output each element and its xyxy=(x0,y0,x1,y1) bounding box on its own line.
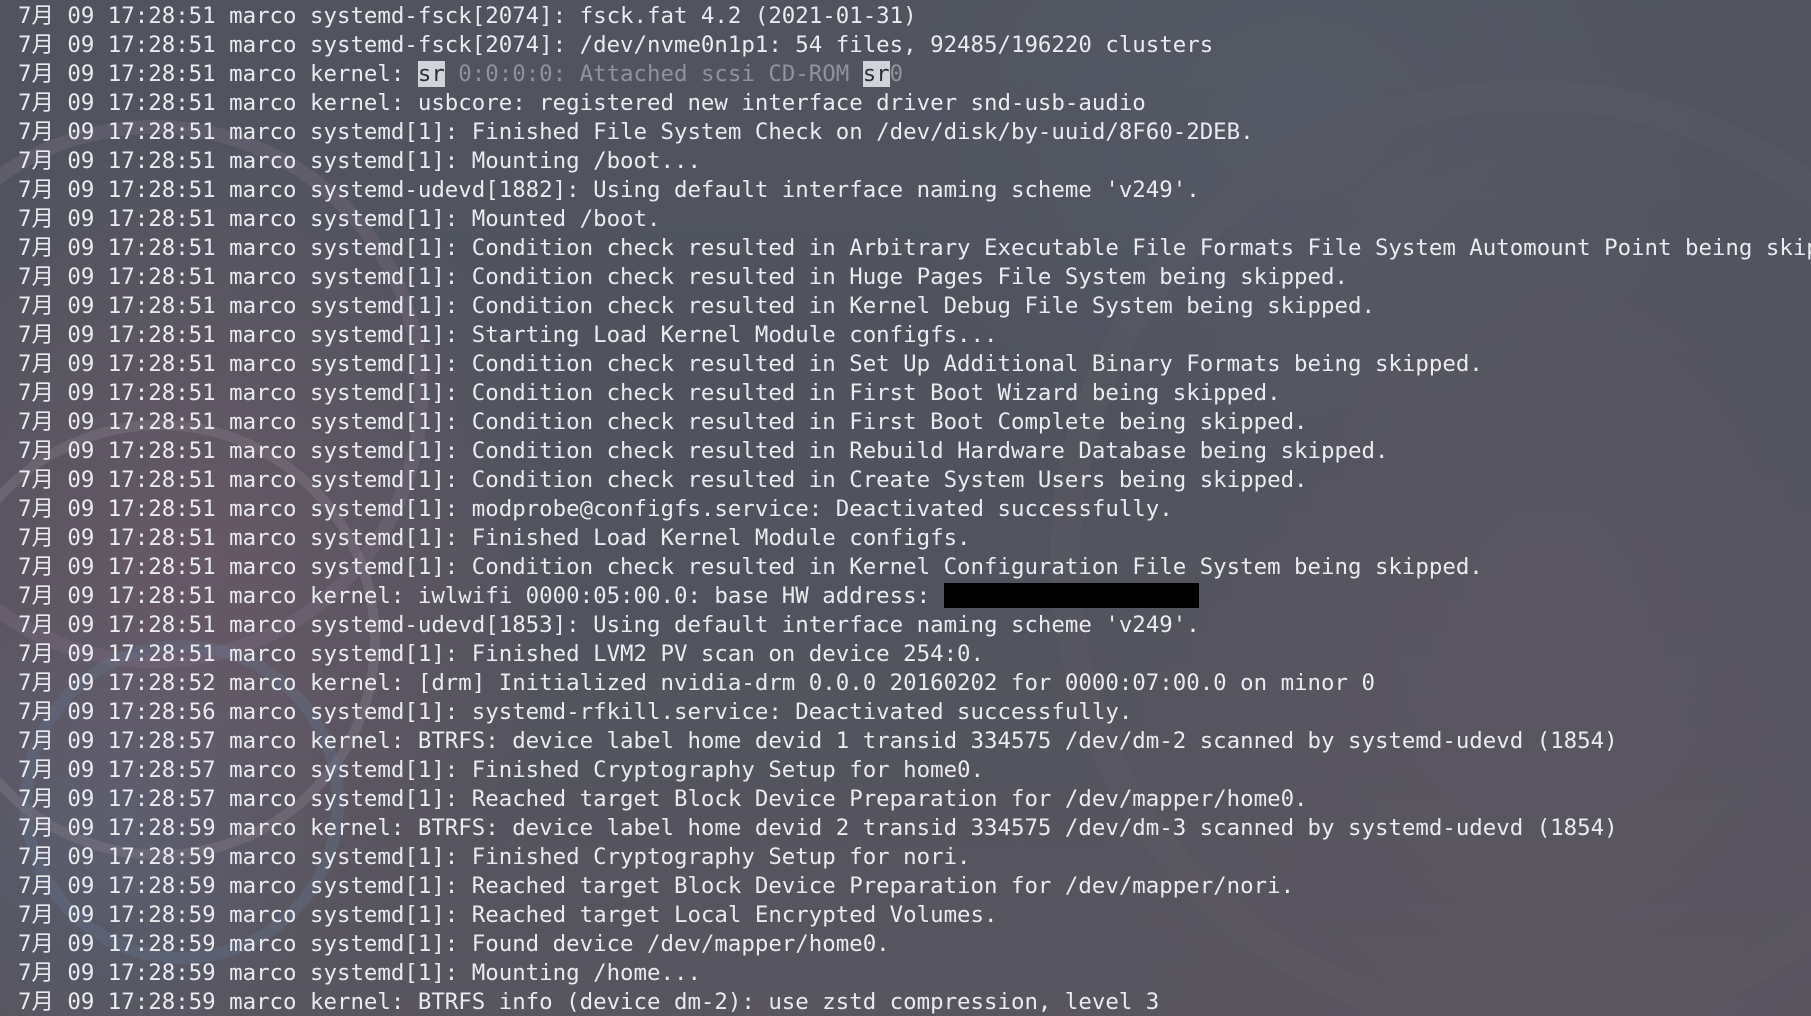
log-text: 7月 09 17:28:51 marco systemd[1]: Mountin… xyxy=(18,148,701,174)
terminal-window[interactable]: 7月 09 17:28:51 marco systemd-fsck[2074]:… xyxy=(0,0,1811,1016)
highlighted-text: sr xyxy=(862,61,890,87)
log-text: 7月 09 17:28:57 marco systemd[1]: Finishe… xyxy=(18,757,985,783)
log-line: 7月 09 17:28:51 marco kernel: usbcore: re… xyxy=(18,89,1811,118)
log-line: 7月 09 17:28:51 marco systemd[1]: Conditi… xyxy=(18,553,1811,582)
log-line: 7月 09 17:28:51 marco systemd[1]: Conditi… xyxy=(18,437,1811,466)
log-text: 7月 09 17:28:51 marco kernel: xyxy=(18,61,418,87)
log-text: 7月 09 17:28:59 marco kernel: BTRFS info … xyxy=(18,989,1160,1015)
log-text: 7月 09 17:28:51 marco systemd[1]: Finishe… xyxy=(18,119,1254,145)
log-text: 7月 09 17:28:51 marco systemd[1]: Mounted… xyxy=(18,206,661,232)
log-line: 7月 09 17:28:51 marco systemd[1]: Conditi… xyxy=(18,292,1811,321)
log-line: 7月 09 17:28:57 marco systemd[1]: Reached… xyxy=(18,785,1811,814)
redacted-block xyxy=(943,583,1199,608)
log-line: 7月 09 17:28:57 marco systemd[1]: Finishe… xyxy=(18,756,1811,785)
log-text: 7月 09 17:28:56 marco systemd[1]: systemd… xyxy=(18,699,1133,725)
log-line: 7月 09 17:28:51 marco kernel: sr 0:0:0:0:… xyxy=(18,60,1811,89)
log-text: 0 xyxy=(889,61,904,87)
log-line: 7月 09 17:28:51 marco systemd[1]: Conditi… xyxy=(18,408,1811,437)
log-line: 7月 09 17:28:51 marco systemd[1]: Finishe… xyxy=(18,524,1811,553)
log-text: 7月 09 17:28:51 marco systemd[1]: Conditi… xyxy=(18,438,1389,464)
log-line: 7月 09 17:28:51 marco systemd-fsck[2074]:… xyxy=(18,31,1811,60)
log-text: 7月 09 17:28:51 marco kernel: usbcore: re… xyxy=(18,90,1146,116)
log-line: 7月 09 17:28:51 marco systemd[1]: Conditi… xyxy=(18,379,1811,408)
log-text: 7月 09 17:28:51 marco systemd[1]: Conditi… xyxy=(18,264,1348,290)
log-text: 7月 09 17:28:51 marco systemd-fsck[2074]:… xyxy=(18,32,1214,58)
log-line: 7月 09 17:28:51 marco systemd[1]: Startin… xyxy=(18,321,1811,350)
log-text: 7月 09 17:28:51 marco systemd[1]: Conditi… xyxy=(18,380,1281,406)
log-line: 7月 09 17:28:56 marco systemd[1]: systemd… xyxy=(18,698,1811,727)
log-text: 7月 09 17:28:52 marco kernel: [drm] Initi… xyxy=(18,670,1375,696)
highlighted-text: sr xyxy=(417,61,445,87)
log-text: 7月 09 17:28:59 marco systemd[1]: Reached… xyxy=(18,873,1295,899)
log-text: 7月 09 17:28:51 marco kernel: iwlwifi 000… xyxy=(18,583,944,609)
log-line: 7月 09 17:28:59 marco kernel: BTRFS: devi… xyxy=(18,814,1811,843)
log-text: 7月 09 17:28:59 marco systemd[1]: Finishe… xyxy=(18,844,971,870)
log-text: 7月 09 17:28:57 marco kernel: BTRFS: devi… xyxy=(18,728,1618,754)
log-line: 7月 09 17:28:51 marco systemd-fsck[2074]:… xyxy=(18,2,1811,31)
log-text: 7月 09 17:28:51 marco systemd[1]: Finishe… xyxy=(18,525,971,551)
log-text: 7月 09 17:28:51 marco systemd[1]: modprob… xyxy=(18,496,1173,522)
log-line: 7月 09 17:28:51 marco kernel: iwlwifi 000… xyxy=(18,582,1811,611)
journal-log: 7月 09 17:28:51 marco systemd-fsck[2074]:… xyxy=(18,2,1811,1016)
log-line: 7月 09 17:28:51 marco systemd[1]: modprob… xyxy=(18,495,1811,524)
log-line: 7月 09 17:28:59 marco systemd[1]: Found d… xyxy=(18,930,1811,959)
log-text: 7月 09 17:28:59 marco systemd[1]: Mountin… xyxy=(18,960,701,986)
log-line: 7月 09 17:28:59 marco kernel: BTRFS info … xyxy=(18,988,1811,1016)
log-text: 7月 09 17:28:51 marco systemd[1]: Conditi… xyxy=(18,351,1483,377)
log-text: 7月 09 17:28:51 marco systemd[1]: Conditi… xyxy=(18,235,1811,261)
log-line: 7月 09 17:28:59 marco systemd[1]: Reached… xyxy=(18,872,1811,901)
log-text: 0:0:0:0: Attached scsi CD-ROM xyxy=(444,61,863,87)
log-line: 7月 09 17:28:51 marco systemd[1]: Finishe… xyxy=(18,640,1811,669)
log-text: 7月 09 17:28:51 marco systemd[1]: Startin… xyxy=(18,322,998,348)
log-line: 7月 09 17:28:59 marco systemd[1]: Reached… xyxy=(18,901,1811,930)
log-text: 7月 09 17:28:51 marco systemd[1]: Conditi… xyxy=(18,293,1375,319)
log-line: 7月 09 17:28:59 marco systemd[1]: Mountin… xyxy=(18,959,1811,988)
log-text: 7月 09 17:28:51 marco systemd[1]: Finishe… xyxy=(18,641,985,667)
log-text: 7月 09 17:28:51 marco systemd-udevd[1853]… xyxy=(18,612,1200,638)
log-text: 7月 09 17:28:51 marco systemd-fsck[2074]:… xyxy=(18,3,917,29)
log-line: 7月 09 17:28:52 marco kernel: [drm] Initi… xyxy=(18,669,1811,698)
log-line: 7月 09 17:28:59 marco systemd[1]: Finishe… xyxy=(18,843,1811,872)
log-line: 7月 09 17:28:51 marco systemd[1]: Mountin… xyxy=(18,147,1811,176)
log-text: 7月 09 17:28:59 marco kernel: BTRFS: devi… xyxy=(18,815,1618,841)
log-line: 7月 09 17:28:51 marco systemd[1]: Finishe… xyxy=(18,118,1811,147)
log-line: 7月 09 17:28:51 marco systemd[1]: Mounted… xyxy=(18,205,1811,234)
log-text: 7月 09 17:28:51 marco systemd[1]: Conditi… xyxy=(18,409,1308,435)
log-line: 7月 09 17:28:51 marco systemd-udevd[1882]… xyxy=(18,176,1811,205)
log-line: 7月 09 17:28:51 marco systemd-udevd[1853]… xyxy=(18,611,1811,640)
log-text: 7月 09 17:28:59 marco systemd[1]: Found d… xyxy=(18,931,890,957)
log-line: 7月 09 17:28:51 marco systemd[1]: Conditi… xyxy=(18,234,1811,263)
log-text: 7月 09 17:28:51 marco systemd[1]: Conditi… xyxy=(18,554,1483,580)
log-text: 7月 09 17:28:59 marco systemd[1]: Reached… xyxy=(18,902,998,928)
log-line: 7月 09 17:28:57 marco kernel: BTRFS: devi… xyxy=(18,727,1811,756)
log-line: 7月 09 17:28:51 marco systemd[1]: Conditi… xyxy=(18,466,1811,495)
log-line: 7月 09 17:28:51 marco systemd[1]: Conditi… xyxy=(18,350,1811,379)
log-text: 7月 09 17:28:51 marco systemd[1]: Conditi… xyxy=(18,467,1308,493)
log-text: 7月 09 17:28:57 marco systemd[1]: Reached… xyxy=(18,786,1308,812)
log-line: 7月 09 17:28:51 marco systemd[1]: Conditi… xyxy=(18,263,1811,292)
log-text: 7月 09 17:28:51 marco systemd-udevd[1882]… xyxy=(18,177,1200,203)
